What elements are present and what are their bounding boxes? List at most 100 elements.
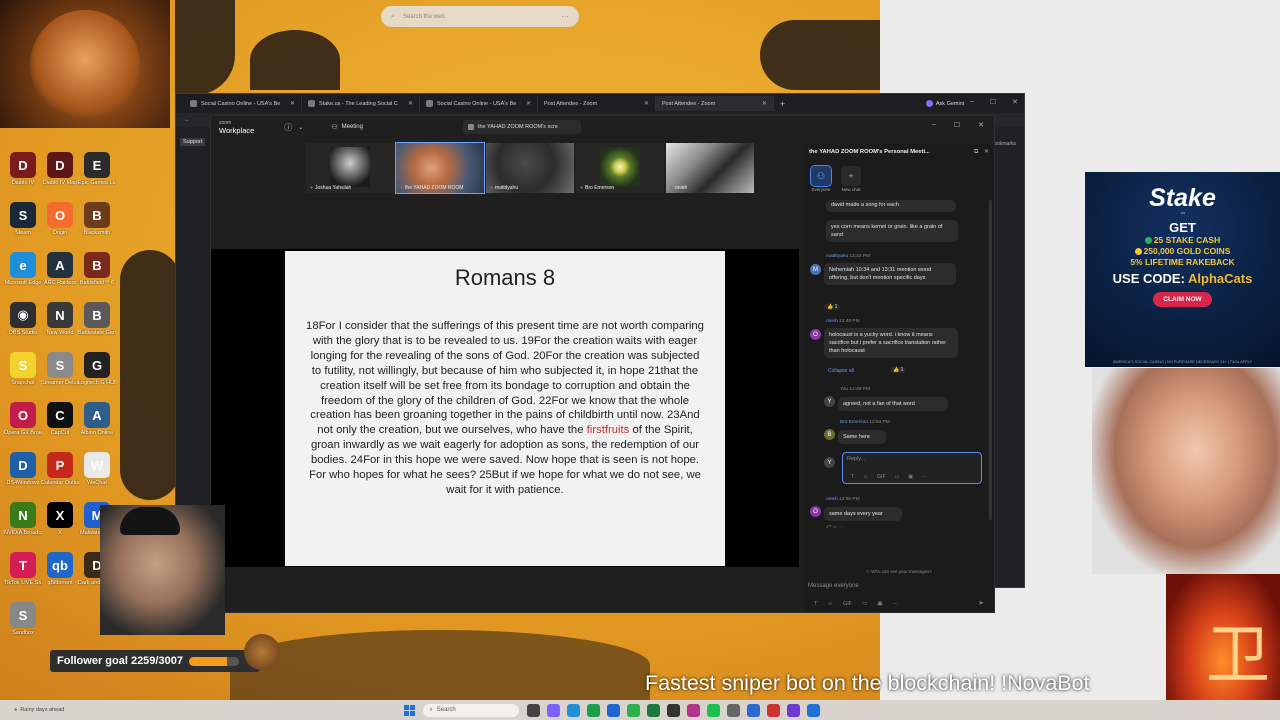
desktop-icon[interactable]: G Logitech G HUB xyxy=(78,352,116,386)
claim-now-button[interactable]: CLAIM NOW xyxy=(1153,292,1212,307)
browser-tab[interactable]: Stake.us - The Leading Social C ✕ xyxy=(302,96,420,111)
desktop-icon[interactable]: D Diablo IV Map xyxy=(41,152,79,186)
desktop-icon[interactable]: E Epic Games Launcher xyxy=(78,152,116,186)
who-can-see-link[interactable]: ⚇ Who can see your messages? xyxy=(866,569,932,575)
weather-widget[interactable]: ● Rainy days ahead xyxy=(14,707,64,713)
support-bookmark[interactable]: Support xyxy=(180,138,206,146)
desktop-icon[interactable]: ◉ OBS Studio xyxy=(4,302,42,336)
emoji-icon[interactable]: ☺ xyxy=(863,474,868,480)
taskbar-app-icon[interactable] xyxy=(647,703,661,717)
desktop-icon[interactable]: qb qBittorrent xyxy=(41,552,79,586)
participant-tile[interactable]: ● Joshua Yahsilah xyxy=(306,143,394,193)
participant-tile[interactable]: ● Bro Emerson xyxy=(576,143,664,193)
desktop-icon[interactable]: e Microsoft Edge xyxy=(4,252,42,286)
close-tab-icon[interactable]: ✕ xyxy=(644,100,649,107)
taskbar-app-icon[interactable] xyxy=(807,703,821,717)
collapse-all-link[interactable]: Collapse all xyxy=(828,368,854,374)
close-tab-icon[interactable]: ✕ xyxy=(408,100,413,107)
close-tab-icon[interactable]: ✕ xyxy=(290,100,295,107)
taskbar-app-icon[interactable] xyxy=(707,703,721,717)
more-icon[interactable]: ⋯ xyxy=(922,474,927,480)
stake-ad[interactable]: Stake .us GET 25 STAKE CASH 250,000 GOLD… xyxy=(1085,172,1280,367)
browser-tab[interactable]: Social Casino Online - USA's Be ✕ xyxy=(420,96,538,111)
reaction[interactable]: 👍 1 xyxy=(824,304,841,310)
tab-everyone[interactable]: ⚇ Everyone xyxy=(810,165,832,194)
screenshot-icon[interactable]: ▣ xyxy=(908,474,913,480)
message-actions[interactable]: ⤺ ☺ ⋯ xyxy=(826,524,844,530)
chevron-down-icon[interactable]: ⌄ xyxy=(298,124,303,131)
taskbar-app-icon[interactable] xyxy=(787,703,801,717)
desktop-icon[interactable]: O Opera GX Browser xyxy=(4,402,42,436)
desktop-icon[interactable]: XX xyxy=(41,502,79,536)
desktop-icon[interactable]: A ARC Raiders xyxy=(41,252,79,286)
browser-tab[interactable]: Social Casino Online - USA's Be ✕ xyxy=(184,96,302,111)
gif-icon[interactable]: GIF xyxy=(843,601,852,607)
taskbar-app-icon[interactable] xyxy=(527,703,541,717)
taskbar-app-icon[interactable] xyxy=(667,703,681,717)
reply-input[interactable]: Reply... T ☺ GIF ▭ ▣ ⋯ xyxy=(842,452,982,484)
desktop-icon[interactable]: S Steam xyxy=(4,202,42,236)
taskbar-app-icon[interactable] xyxy=(727,703,741,717)
participant-tile[interactable]: ● mattityahu xyxy=(486,143,574,193)
minimize-icon[interactable]: – xyxy=(932,121,936,129)
desktop-icon[interactable]: S Sandbox xyxy=(4,602,42,636)
participant-tile-active-speaker[interactable]: ● the YAHAD ZOOM ROOM xyxy=(395,142,485,194)
close-tab-icon[interactable]: ✕ xyxy=(526,100,531,107)
close-tab-icon[interactable]: ✕ xyxy=(762,100,767,107)
desktop-icon[interactable]: W WeChat xyxy=(78,452,116,486)
desktop-icon[interactable]: A Albion Online xyxy=(78,402,116,436)
format-icon[interactable]: T xyxy=(851,474,854,480)
top-web-search[interactable]: ⌕ Search the web ⋯ xyxy=(381,6,579,27)
taskbar-app-icon[interactable] xyxy=(547,703,561,717)
emoji-icon[interactable]: ☺ xyxy=(827,601,833,607)
back-icon[interactable]: ← xyxy=(184,117,190,123)
desktop-icon[interactable]: B Blacksmith xyxy=(78,202,116,236)
taskbar-app-icon[interactable] xyxy=(767,703,781,717)
file-icon[interactable]: ▭ xyxy=(895,474,900,480)
meeting-menu[interactable]: ⚇ Meeting xyxy=(331,123,363,131)
close-icon[interactable]: ✕ xyxy=(978,121,984,129)
format-icon[interactable]: T xyxy=(814,601,817,607)
taskbar-app-icon[interactable] xyxy=(587,703,601,717)
desktop-icon[interactable]: O Origin xyxy=(41,202,79,236)
desktop-icon[interactable]: S Snapchat xyxy=(4,352,42,386)
taskbar-search[interactable]: ⌕ Search xyxy=(423,703,520,717)
taskbar-app-icon[interactable] xyxy=(567,703,581,717)
desktop-icon[interactable]: P Calendar Outlook xyxy=(41,452,79,486)
chat-scrollbar[interactable] xyxy=(989,200,992,520)
more-icon[interactable]: ⋯ xyxy=(561,12,569,21)
taskbar-app-icon[interactable] xyxy=(687,703,701,717)
desktop-icon[interactable]: N New World xyxy=(41,302,79,336)
ask-gemini-button[interactable]: Ask Gemini xyxy=(925,100,964,107)
maximize-icon[interactable]: ☐ xyxy=(954,121,960,129)
reaction[interactable]: 👍 1 xyxy=(890,367,907,373)
desktop-icon[interactable]: D Diablo IV xyxy=(4,152,42,186)
desktop-icon[interactable]: N NVIDIA Broadcast xyxy=(4,502,42,536)
new-tab-button[interactable]: + xyxy=(780,99,785,109)
start-button[interactable] xyxy=(404,704,416,716)
desktop-icon[interactable]: S Streamer Deluxe xyxy=(41,352,79,386)
screen-share-indicator[interactable]: the YAHAD ZOOM ROOM's scre xyxy=(462,120,581,134)
tab-new-chat[interactable]: + New chat xyxy=(840,166,862,194)
browser-tab[interactable]: Post Attendee - Zoom ✕ xyxy=(386,96,774,216)
popout-icon[interactable]: ⧉ xyxy=(974,149,978,156)
send-icon[interactable]: ➤ xyxy=(978,599,984,607)
taskbar-app-icon[interactable] xyxy=(607,703,621,717)
taskbar-app-icon[interactable] xyxy=(747,703,761,717)
file-icon[interactable]: ▭ xyxy=(862,601,867,607)
desktop-icon[interactable]: T TikTok LIVE Studio xyxy=(4,552,42,586)
screenshot-icon[interactable]: ▣ xyxy=(877,601,882,607)
browser-tab[interactable]: Post Attendee - Zoom ✕ xyxy=(386,96,656,216)
close-icon[interactable]: ✕ xyxy=(984,149,989,156)
message-input[interactable]: Message everyone T ☺ GIF ▭ ▣ ⋯ ➤ xyxy=(808,581,990,609)
more-icon[interactable]: ⋯ xyxy=(893,601,899,607)
info-icon[interactable]: ⓘ xyxy=(284,122,292,133)
gif-icon[interactable]: GIF xyxy=(877,474,885,480)
close-icon[interactable]: ✕ xyxy=(1012,98,1018,106)
desktop-icon[interactable]: B Battlestate Games L... xyxy=(78,302,116,336)
maximize-icon[interactable]: ☐ xyxy=(990,98,996,106)
taskbar-app-icon[interactable] xyxy=(627,703,641,717)
desktop-icon[interactable]: D DS4Windows xyxy=(4,452,42,486)
minimize-icon[interactable]: – xyxy=(970,98,974,106)
participant-tile[interactable]: ● onieh xyxy=(666,143,754,193)
